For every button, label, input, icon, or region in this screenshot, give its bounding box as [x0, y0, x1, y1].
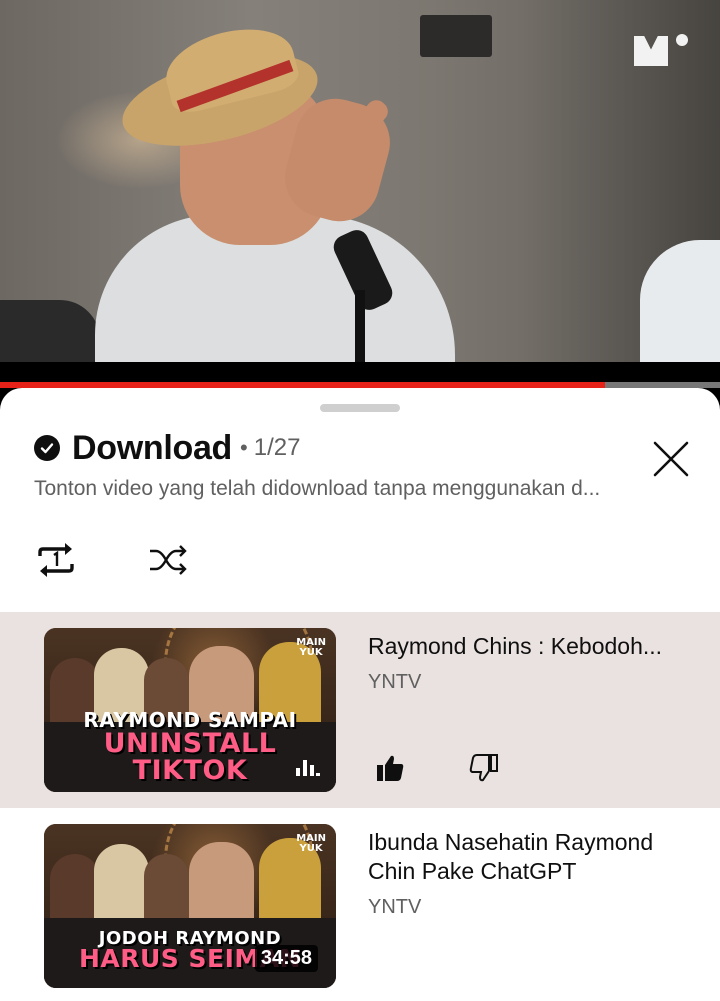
watermark-dot	[676, 34, 688, 46]
channel-name[interactable]: YNTV	[368, 671, 421, 694]
close-icon	[653, 441, 689, 477]
channel-name[interactable]: YNTV	[368, 896, 421, 919]
dislike-button[interactable]	[468, 752, 504, 788]
list-item[interactable]: MAIN YUK JODOH RAYMOND HARUS SEIMAN 34:5…	[0, 808, 720, 1001]
like-button[interactable]	[374, 752, 410, 788]
playlist-header: Download • 1/27	[34, 428, 300, 468]
watermark-m-shape	[634, 36, 668, 66]
video-thumbnail[interactable]: MAIN YUK RAYMOND SAMPAI UNINSTALL TIKTOK	[44, 628, 336, 792]
now-playing-icon	[296, 760, 320, 776]
thumbnail-logo: MAIN YUK	[296, 833, 326, 854]
video-player[interactable]	[0, 0, 720, 378]
check-circle-icon	[34, 435, 60, 461]
shuffle-button[interactable]	[142, 536, 194, 584]
video-bottom-bar	[0, 362, 720, 378]
shuffle-icon	[150, 545, 187, 575]
channel-watermark-logo	[634, 34, 690, 68]
video-duration-badge: 34:58	[254, 945, 318, 972]
loop-button[interactable]	[30, 536, 82, 584]
thumbs-down-icon	[469, 754, 498, 782]
video-title[interactable]: Ibunda Nasehatin Raymond Chin Pake ChatG…	[368, 828, 698, 886]
drag-handle[interactable]	[320, 404, 400, 412]
title-separator: •	[240, 435, 248, 460]
playlist-title: Download	[72, 428, 233, 467]
video-thumbnail[interactable]: MAIN YUK JODOH RAYMOND HARUS SEIMAN 34:5…	[44, 824, 336, 988]
playlist-panel: Download • 1/27 Tonton video yang telah …	[0, 388, 720, 1001]
video-title[interactable]: Raymond Chins : Kebodoh...	[368, 632, 698, 661]
thumbs-up-icon	[377, 755, 404, 781]
list-item[interactable]: MAIN YUK RAYMOND SAMPAI UNINSTALL TIKTOK…	[0, 612, 720, 808]
thumbnail-logo: MAIN YUK	[296, 637, 326, 658]
thumbnail-caption-line: TIKTOK	[132, 755, 248, 786]
close-button[interactable]	[648, 436, 694, 482]
playlist-position: 1/27	[253, 434, 301, 461]
playlist-description: Tonton video yang telah didownload tanpa…	[34, 477, 601, 500]
background-wall-panel	[420, 15, 492, 57]
repeat-one-icon	[38, 543, 74, 577]
